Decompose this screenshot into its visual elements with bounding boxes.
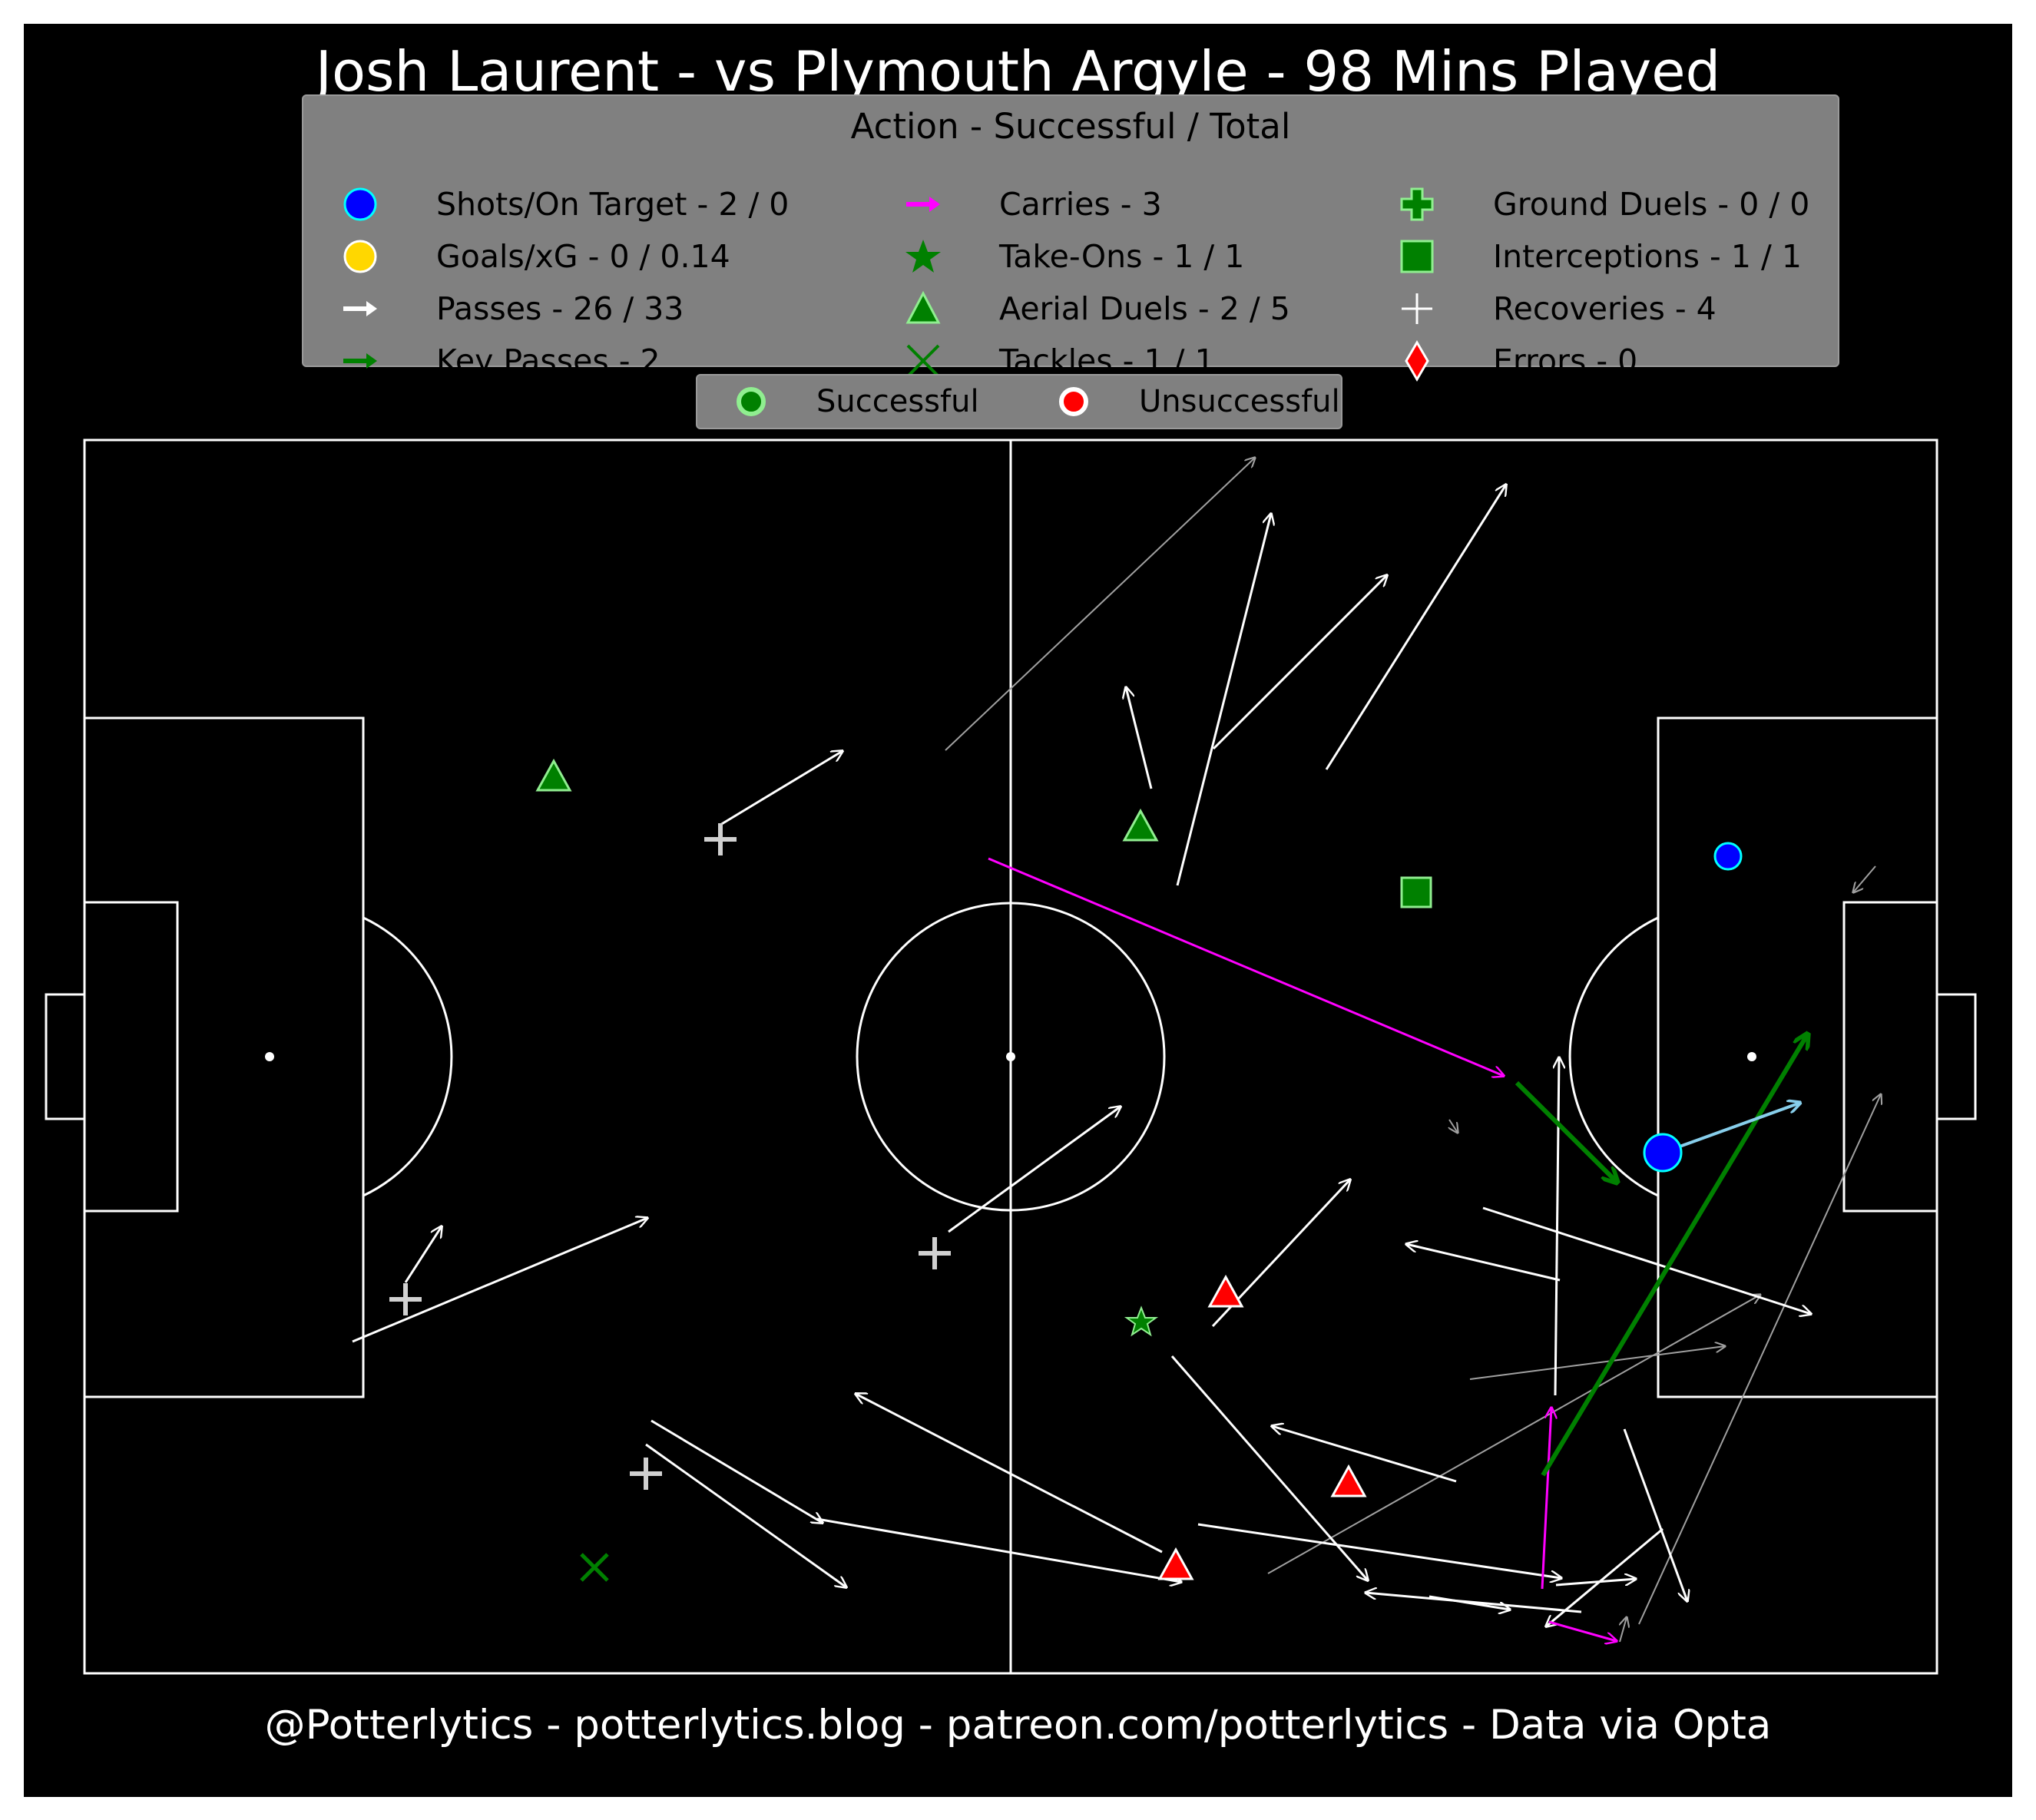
aerial-duel-lost-marker: [1330, 1464, 1367, 1497]
pass-arrow: [1555, 1057, 1559, 1396]
carries: [988, 857, 1617, 1641]
pass-arrow: [1272, 1426, 1457, 1483]
center-spot: [1006, 1052, 1015, 1061]
interception-marker: [1400, 876, 1432, 908]
recovery-marker: [630, 1458, 662, 1490]
pass-arrow: [1638, 1094, 1881, 1625]
carry-arrow: [1548, 1620, 1617, 1641]
figure-canvas: Josh Laurent - vs Plymouth Argyle - 98 M…: [24, 24, 2012, 1797]
recoveries: [389, 823, 951, 1490]
pass-arrow: [1197, 1523, 1561, 1578]
left-penalty-box: [83, 716, 365, 1398]
right-penalty-spot: [1747, 1052, 1756, 1061]
unsuccessful-passes: [945, 458, 1881, 1643]
aerial-duel-lost-marker: [1157, 1547, 1194, 1580]
recovery-marker: [704, 823, 737, 855]
shot-marker: [1643, 1133, 1683, 1173]
tackle-marker: [580, 1553, 609, 1582]
pass-arrow: [816, 1517, 1181, 1582]
right-six-yard-box: [1842, 901, 1938, 1213]
pass-arrow: [1406, 1244, 1561, 1282]
pass-arrow: [404, 1226, 442, 1283]
right-goal: [1935, 993, 1977, 1120]
pass-arrow: [945, 458, 1255, 751]
pass-arrow: [720, 751, 843, 826]
pass-arrow: [1176, 514, 1271, 886]
footer-credits: @Potterlytics - potterlytics.blog - patr…: [264, 1702, 1772, 1749]
key-pass-arrow: [1541, 1034, 1808, 1477]
key-pass-arrow: [1515, 1080, 1617, 1183]
left-penalty-arc: [363, 916, 453, 1197]
aerial-duel-won-marker: [535, 758, 572, 792]
pass-arrow: [645, 1443, 846, 1587]
pass-arrow: [1212, 575, 1387, 750]
recovery-marker: [389, 1283, 422, 1315]
football-pitch: [45, 438, 1977, 1675]
pass-arrow: [1325, 485, 1506, 770]
pass-arrow: [1620, 1617, 1627, 1643]
pass-arrow: [1449, 1119, 1458, 1133]
pass-arrow: [948, 1107, 1121, 1233]
successful-passes: [352, 485, 1811, 1626]
pass-arrow: [1469, 1346, 1725, 1380]
pass-arrow: [1429, 1595, 1510, 1610]
take-on-marker: [1124, 1305, 1159, 1337]
pass-arrow: [1170, 1355, 1368, 1580]
left-penalty-spot: [265, 1052, 274, 1061]
pass-arrow: [1126, 687, 1153, 789]
shot-marker: [1713, 842, 1743, 871]
aerial-duel-lost-marker: [1207, 1274, 1244, 1308]
left-six-yard-box: [83, 901, 179, 1213]
right-penalty-box: [1657, 716, 1938, 1398]
pass-arrow: [1623, 1428, 1687, 1601]
recovery-marker: [919, 1237, 951, 1269]
pass-arrow: [856, 1394, 1163, 1554]
shot-trajectory: [1662, 1103, 1800, 1154]
left-goal: [45, 993, 86, 1120]
pass-arrow: [1267, 1295, 1760, 1574]
aerial-duel-won-marker: [1122, 808, 1159, 842]
pass-arrow: [352, 1218, 647, 1343]
carry-arrow: [1541, 1408, 1551, 1590]
pass-arrow: [1853, 865, 1876, 892]
key-passes: [1515, 1034, 1808, 1477]
pass-arrow: [651, 1419, 823, 1523]
pass-arrow: [1366, 1593, 1582, 1613]
